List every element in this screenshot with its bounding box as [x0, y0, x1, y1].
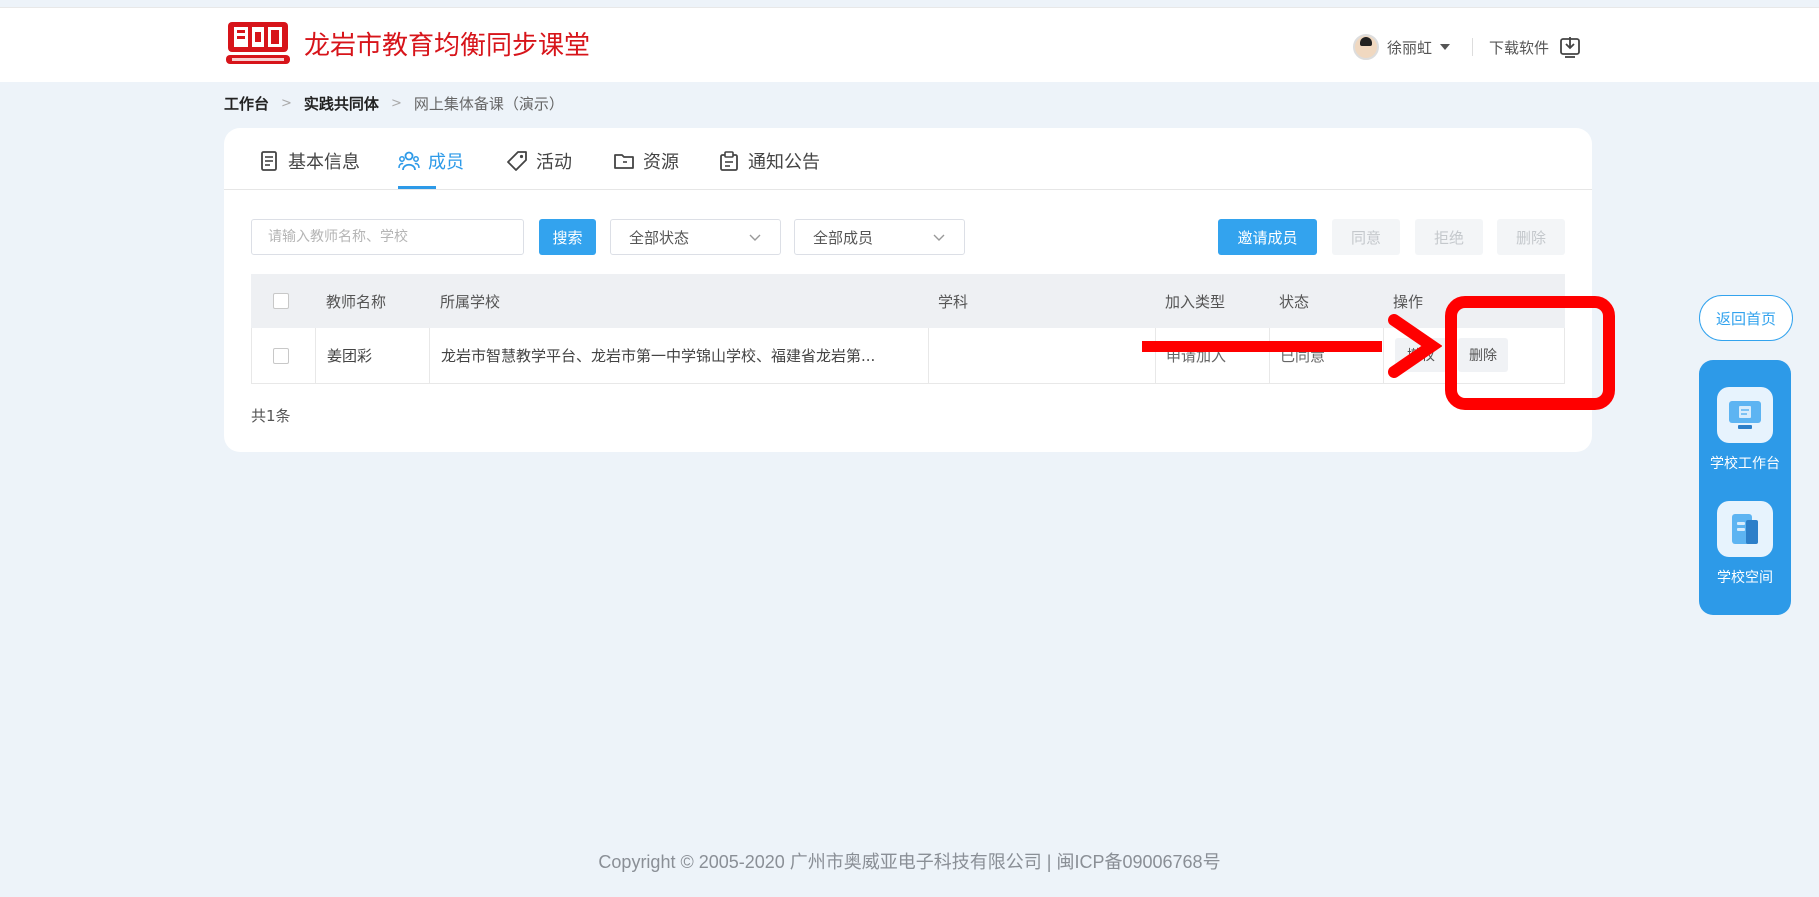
chevron-down-icon [933, 234, 945, 241]
tab-basic-info[interactable]: 基本信息 [258, 148, 360, 174]
top-header: 龙岩市教育均衡同步课堂 徐丽虹 下载软件 [0, 7, 1819, 82]
school-workbench-link[interactable]: 学校工作台 [1699, 387, 1791, 473]
breadcrumb-community[interactable]: 实践共同体 [304, 93, 379, 114]
back-home-button[interactable]: 返回首页 [1699, 295, 1793, 341]
members-icon [398, 151, 420, 171]
tab-activity[interactable]: 活动 [506, 148, 572, 174]
search-input[interactable] [251, 219, 524, 255]
col-subject: 学科 [938, 292, 969, 311]
tab-label: 基本信息 [288, 152, 360, 173]
row-checkbox[interactable] [273, 347, 289, 364]
reject-button[interactable]: 拒绝 [1415, 219, 1483, 255]
school-space-icon [1717, 501, 1773, 557]
breadcrumb: 工作台 > 实践共同体 > 网上集体备课（演示） [224, 93, 564, 114]
agree-button[interactable]: 同意 [1332, 219, 1400, 255]
folder-icon [614, 154, 634, 169]
workbench-icon [1717, 387, 1773, 443]
total-count: 共1条 [251, 407, 291, 425]
bulk-delete-button[interactable]: 删除 [1497, 219, 1565, 255]
clipboard-icon [720, 151, 738, 171]
download-icon[interactable] [1559, 36, 1581, 58]
header-divider [1472, 38, 1474, 56]
user-area: 徐丽虹 下载软件 [1353, 34, 1581, 60]
site-title: 龙岩市教育均衡同步课堂 [304, 30, 591, 61]
school-workbench-label: 学校工作台 [1710, 456, 1780, 472]
school-name: 龙岩市智慧教学平台、龙岩市第一中学锦山学校、福建省龙岩第... [441, 347, 876, 365]
column-divider [429, 328, 430, 383]
row-select-cell [273, 328, 289, 383]
members-card: 基本信息 成员 活动 资源 通知公告 搜索 全部状态 全部成员 邀请成员 同意 … [224, 128, 1592, 452]
column-divider [928, 328, 929, 383]
copyright-footer: Copyright © 2005-2020 广州市奥威亚电子科技有限公司 | 闽… [598, 852, 1221, 872]
column-divider [315, 328, 316, 383]
side-quick-panel: 学校工作台 学校空间 [1699, 360, 1791, 615]
invite-member-button[interactable]: 邀请成员 [1218, 219, 1317, 255]
annotation-highlight-box [1445, 296, 1615, 410]
logo-seal-icon [226, 22, 290, 64]
tab-label: 通知公告 [748, 152, 820, 173]
tab-label: 活动 [536, 152, 572, 173]
breadcrumb-current: 网上集体备课（演示） [413, 95, 564, 113]
school-space-link[interactable]: 学校空间 [1699, 501, 1791, 587]
status-select-value: 全部状态 [629, 228, 690, 247]
member-select-value: 全部成员 [813, 228, 874, 247]
tab-notices[interactable]: 通知公告 [718, 148, 820, 174]
annotation-arrow-icon [1142, 314, 1442, 378]
teacher-name: 姜团彩 [327, 347, 373, 365]
col-teacher-name: 教师名称 [326, 292, 387, 311]
search-button[interactable]: 搜索 [539, 219, 596, 255]
status-select[interactable]: 全部状态 [610, 219, 781, 255]
col-school: 所属学校 [440, 292, 501, 311]
active-tab-indicator [398, 186, 436, 189]
select-all-checkbox[interactable] [273, 293, 289, 309]
tab-label: 资源 [643, 152, 679, 173]
tab-resources[interactable]: 资源 [613, 148, 679, 174]
site-logo[interactable]: 龙岩市教育均衡同步课堂 [224, 20, 590, 66]
chevron-down-icon [749, 234, 761, 241]
chevron-right-icon: > [281, 96, 292, 111]
chevron-right-icon: > [390, 96, 402, 111]
download-software-link[interactable]: 下载软件 [1489, 37, 1549, 58]
tag-icon [507, 151, 527, 171]
tab-members[interactable]: 成员 [398, 148, 464, 174]
user-name[interactable]: 徐丽虹 [1387, 37, 1432, 58]
document-icon [261, 151, 277, 171]
tab-label: 成员 [428, 152, 464, 173]
select-all-cell [273, 274, 289, 328]
tab-bar: 基本信息 成员 活动 资源 通知公告 [224, 128, 1592, 190]
chevron-down-icon[interactable] [1440, 44, 1451, 50]
school-space-label: 学校空间 [1717, 570, 1773, 586]
member-select[interactable]: 全部成员 [794, 219, 965, 255]
breadcrumb-workbench[interactable]: 工作台 [224, 93, 269, 114]
avatar[interactable] [1353, 34, 1379, 60]
